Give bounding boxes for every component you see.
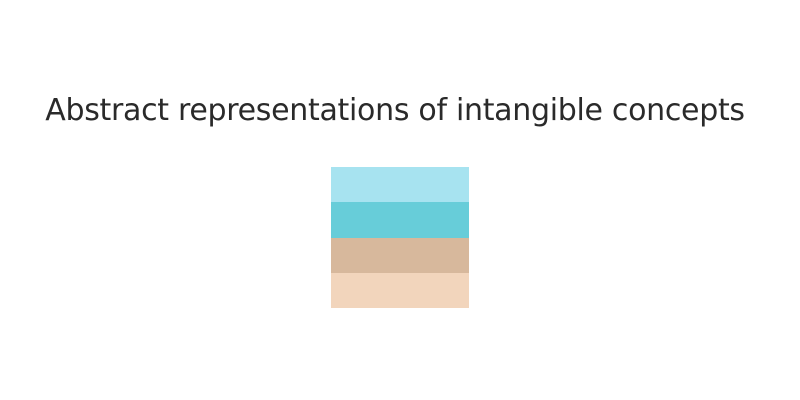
- swatch-band-light-peach: [331, 272, 469, 308]
- color-swatch-stack: [331, 167, 469, 308]
- swatch-band-warm-tan: [331, 237, 469, 273]
- swatch-band-light-sky-blue: [331, 167, 469, 203]
- swatch-band-turquoise: [331, 202, 469, 238]
- page-title: Abstract representations of intangible c…: [45, 93, 745, 128]
